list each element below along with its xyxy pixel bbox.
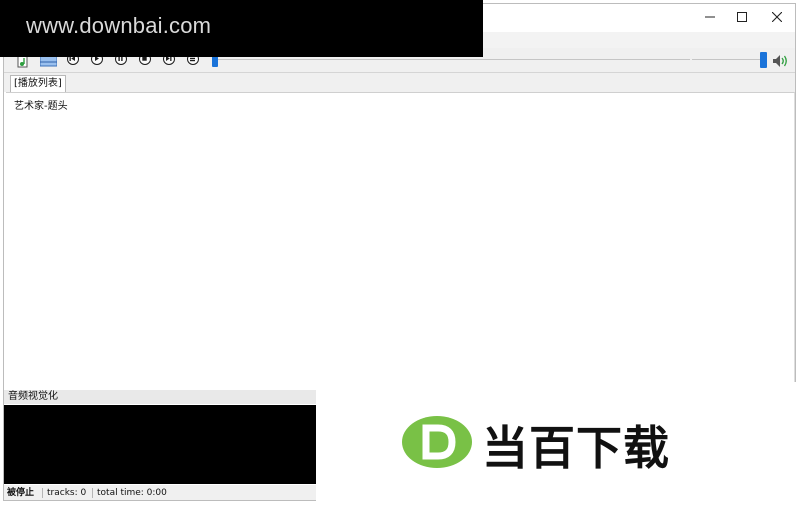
status-total-time: total time: 0:00 [97, 488, 167, 498]
watermark-url: www.downbai.com [26, 13, 212, 38]
watermark-logo-panel: D 当百下载 [316, 382, 800, 505]
visualizer-label: 音频视觉化 [4, 390, 320, 404]
visualizer-panel [4, 405, 320, 484]
volume-icon[interactable] [772, 53, 790, 67]
minimize-icon[interactable] [692, 4, 728, 30]
watermark-banner: www.downbai.com [0, 0, 483, 57]
status-tracks: tracks: 0 [47, 488, 87, 498]
playlist-panel: 艺术家-题头 [6, 92, 795, 385]
logo-text: 当百下载 [482, 421, 670, 475]
status-state: 被停止 [7, 488, 35, 498]
status-separator [42, 488, 43, 498]
close-icon[interactable] [759, 4, 795, 30]
list-item[interactable]: 艺术家-题头 [14, 97, 68, 112]
status-separator [92, 488, 93, 498]
tab-strip: [播放列表] [4, 73, 795, 92]
volume-slider-thumb[interactable] [760, 52, 767, 68]
seek-track[interactable] [212, 59, 690, 60]
maximize-icon[interactable] [724, 4, 760, 30]
volume-track[interactable] [692, 59, 760, 60]
logo-icon: D [402, 416, 472, 468]
status-bar: 被停止 tracks: 0 total time: 0:00 [4, 485, 320, 500]
tab-playlist[interactable]: [播放列表] [10, 75, 66, 92]
